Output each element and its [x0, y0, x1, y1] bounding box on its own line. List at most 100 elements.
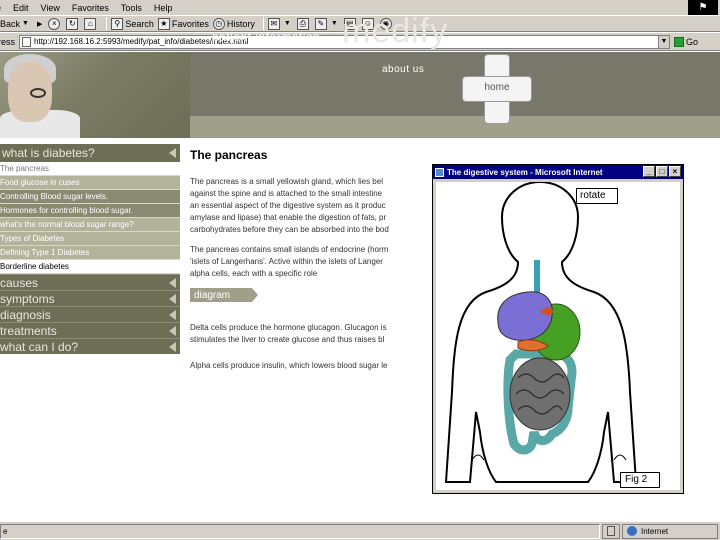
status-security-pane: [602, 523, 620, 539]
printer-icon: ⎙: [296, 17, 309, 30]
brand-logo: medify: [342, 12, 449, 50]
globe-icon: [627, 526, 637, 536]
expand-arrow-icon: [169, 341, 176, 352]
menu-view[interactable]: View: [41, 3, 60, 13]
home-label: home: [484, 82, 510, 93]
home-toolbar-button[interactable]: ⌂: [84, 17, 98, 30]
history-button[interactable]: ◷ History: [212, 17, 255, 30]
zone-label: Internet: [641, 526, 669, 536]
forward-button[interactable]: ▶: [35, 20, 44, 28]
paragraph-line: The pancreas is a small yellowish gland,…: [190, 177, 383, 186]
sidebar-item-normal-range[interactable]: what's the normal blood sugar range?: [0, 218, 180, 232]
menu-help[interactable]: Help: [154, 3, 173, 13]
popup-titlebar[interactable]: The digestive system - Microsoft Interne…: [433, 165, 683, 179]
go-button[interactable]: Go: [674, 36, 699, 47]
main-content: The pancreas The pancreas is a small yel…: [190, 148, 440, 380]
maximize-button[interactable]: □: [656, 166, 668, 177]
sidebar-item-borderline[interactable]: Borderline diabetes: [0, 260, 180, 274]
paragraph: Delta cells produce the hormone glucagon…: [190, 322, 434, 346]
figure-label: Fig 2: [620, 472, 660, 488]
edit-button[interactable]: ✎ ▼: [314, 17, 340, 30]
close-button[interactable]: ×: [669, 166, 681, 177]
paragraph-line: alpha cells, each with a specific role: [190, 269, 318, 278]
page-icon: [22, 36, 32, 47]
status-bar: e Internet: [0, 521, 720, 540]
back-button[interactable]: Back ▼: [0, 19, 31, 29]
paragraph: Alpha cells produce insulin, which lower…: [190, 360, 434, 372]
edit-dropdown-icon[interactable]: ▼: [331, 20, 338, 27]
search-button[interactable]: ⚲ Search: [111, 17, 154, 30]
favorites-icon: ★: [157, 17, 170, 30]
favorites-label: Favorites: [171, 18, 209, 29]
refresh-button[interactable]: ↻: [66, 17, 80, 30]
sidebar-item-type1[interactable]: Defining Type 1 Diabetes: [0, 246, 180, 260]
back-label: Back: [0, 18, 21, 29]
expand-arrow-icon: [169, 309, 176, 320]
address-label: ress: [0, 36, 16, 47]
small-intestine: [509, 357, 571, 431]
about-us-link[interactable]: about us: [382, 64, 424, 75]
ie-window-icon: [435, 167, 444, 177]
back-dropdown-icon[interactable]: ▼: [22, 20, 29, 27]
photo-glasses: [30, 88, 46, 98]
rotate-button[interactable]: rotate: [576, 188, 618, 204]
favorites-button[interactable]: ★ Favorites: [157, 17, 209, 30]
sidebar-section-what-is-diabetes[interactable]: what is diabetes?: [0, 144, 180, 162]
stop-icon: ×: [48, 17, 61, 30]
search-icon: ⚲: [111, 17, 124, 30]
collapse-arrow-icon: [169, 148, 176, 158]
popup-title: The digestive system - Microsoft Interne…: [447, 167, 603, 177]
address-input[interactable]: http://192.168.16.2:5993/medify/pat_info…: [19, 34, 660, 49]
sidebar-item-what-can-i-do[interactable]: what can I do?: [0, 338, 180, 354]
mail-dropdown-icon[interactable]: ▼: [284, 20, 291, 27]
header-subband: [190, 116, 720, 138]
mail-icon: ✉: [267, 17, 280, 30]
home-cross-button[interactable]: home: [462, 54, 532, 124]
sidebar-item-symptoms[interactable]: symptoms: [0, 290, 180, 306]
minimize-button[interactable]: _: [643, 166, 655, 177]
sidebar-category-label: symptoms: [0, 291, 55, 306]
digestive-system-diagram: [444, 180, 638, 483]
page-title: The pancreas: [190, 148, 268, 162]
stop-button[interactable]: ×: [48, 17, 62, 30]
digestive-system-window[interactable]: The digestive system - Microsoft Interne…: [432, 164, 684, 494]
menu-file[interactable]: e: [0, 3, 1, 13]
sidebar-category-label: what can I do?: [0, 339, 79, 354]
house-icon: ⌂: [84, 17, 97, 30]
history-icon: ◷: [212, 17, 225, 30]
sidebar-item-controlling-blood-sugar[interactable]: Controlling Blood sugar levels.: [0, 190, 180, 204]
search-label: Search: [125, 18, 154, 29]
sidebar-item-hormones[interactable]: Hormones for controlling blood sugar.: [0, 204, 180, 218]
paragraph-line: The pancreas contains small islands of e…: [190, 245, 389, 254]
status-text: e: [0, 523, 600, 539]
go-label: Go: [686, 36, 699, 47]
sidebar-item-food-glucose[interactable]: Food glucose in cuses: [0, 176, 180, 190]
refresh-icon: ↻: [66, 17, 79, 30]
page-status-icon: [607, 526, 615, 536]
history-label: History: [226, 18, 255, 29]
print-button[interactable]: ⎙: [296, 17, 311, 30]
sidebar-item-types[interactable]: Types of Diabetes: [0, 232, 180, 246]
sidebar-item-diagnosis[interactable]: diagnosis: [0, 306, 180, 322]
sidebar-section-title: what is diabetes?: [2, 146, 95, 160]
sidebar-item-causes[interactable]: causes: [0, 274, 180, 290]
paragraph: The pancreas contains small islands of e…: [190, 244, 434, 280]
expand-arrow-icon: [169, 293, 176, 304]
sidebar-category-label: treatments: [0, 323, 57, 338]
paragraph-line: against the spine and is attached to the…: [190, 189, 383, 198]
mail-button[interactable]: ✉ ▼: [267, 17, 293, 30]
paragraph-line: stimulates the liver to create glucose a…: [190, 335, 385, 344]
forward-icon: ▶: [36, 20, 43, 28]
menu-favorites[interactable]: Favorites: [72, 3, 109, 13]
paragraph-line: 'islets of Langerhans'. Active within th…: [190, 257, 383, 266]
menu-edit[interactable]: Edit: [13, 3, 29, 13]
address-dropdown-icon[interactable]: ▼: [658, 34, 671, 49]
doctor-photo: [0, 52, 190, 138]
paragraph-line: an essential aspect of the digestive sys…: [190, 201, 386, 210]
sidebar-item-treatments[interactable]: treatments: [0, 322, 180, 338]
menu-tools[interactable]: Tools: [121, 3, 142, 13]
sidebar-item-pancreas[interactable]: The pancreas: [0, 162, 180, 176]
leg-knee-right: [613, 454, 627, 461]
diagram-button[interactable]: diagram: [190, 288, 258, 302]
toolbar-separator: [106, 17, 108, 30]
